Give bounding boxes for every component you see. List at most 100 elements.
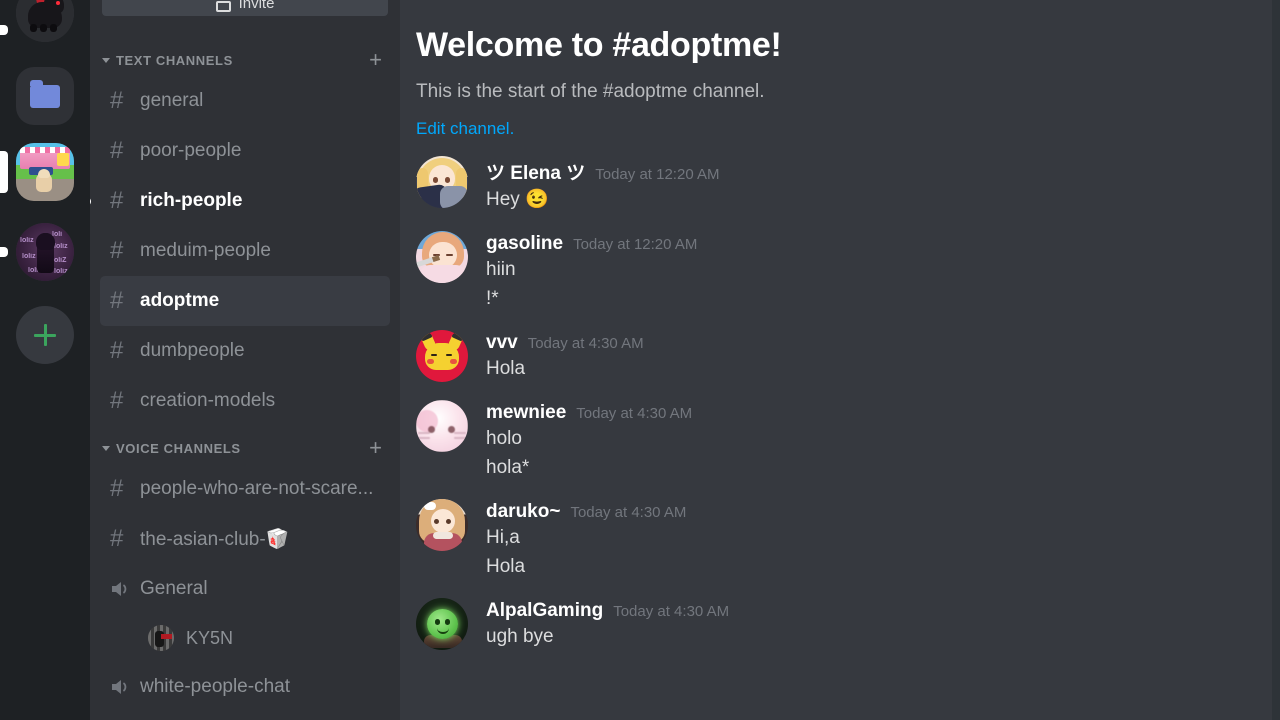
hash-icon: # <box>110 475 124 502</box>
sidebar-item-adoptme[interactable]: # adoptme <box>100 276 390 326</box>
sidebar-item-meduim-people[interactable]: # meduim-people <box>100 226 390 276</box>
unread-pill <box>0 25 8 35</box>
message-author[interactable]: gasoline <box>486 233 563 255</box>
unread-pill <box>0 247 8 257</box>
channel-label: creation-models <box>140 390 276 411</box>
plus-icon <box>16 306 74 364</box>
message-text: hola* <box>486 456 530 478</box>
message-text: ugh bye <box>486 625 554 647</box>
message-text: !* <box>486 287 499 309</box>
channel-welcome-block: Welcome to #adoptme! This is the start o… <box>416 0 1256 139</box>
channel-label: rich-people <box>140 190 243 211</box>
channel-label: the-asian-club-🥡 <box>140 529 290 550</box>
hash-icon: # <box>110 387 124 414</box>
channel-label: poor-people <box>140 140 242 161</box>
message-author[interactable]: vvv <box>486 332 518 354</box>
welcome-subtitle: This is the start of the #adoptme channe… <box>416 81 765 102</box>
add-text-channel-button[interactable]: + <box>369 49 382 71</box>
sidebar-item-general[interactable]: # general <box>100 76 390 126</box>
message-item: vvv Today at 4:30 AM Hola <box>416 313 1256 383</box>
unread-indicator <box>90 197 91 206</box>
server-item-loliz[interactable]: loliz loli loliz loliz loliZ loliz loliz <box>0 212 90 292</box>
hash-icon: # <box>110 87 124 114</box>
chevron-down-icon <box>102 57 110 63</box>
message-author[interactable]: mewniee <box>486 402 566 424</box>
message-author[interactable]: AlpalGaming <box>486 600 603 622</box>
hash-icon: # <box>110 525 124 552</box>
sidebar-item-white-people-chat[interactable]: white-people-chat <box>100 662 390 712</box>
invite-button-label: Invite <box>238 0 275 12</box>
channel-label: people-who-are-not-scare... <box>140 478 374 499</box>
sidebar-item-dumbpeople[interactable]: # dumbpeople <box>100 326 390 376</box>
invite-icon <box>215 1 231 12</box>
channel-label: general <box>140 90 204 111</box>
server-item-roblox-adoptme[interactable] <box>0 132 90 212</box>
message-text: Hey 😉 <box>486 189 549 210</box>
sidebar-item-people-who-are-not-scared[interactable]: # people-who-are-not-scare... <box>100 464 390 514</box>
message-timestamp: Today at 12:20 AM <box>573 235 698 253</box>
avatar[interactable] <box>416 597 468 650</box>
message-text: Hola <box>486 555 526 577</box>
message-text: Hi,a <box>486 526 520 548</box>
category-text-channels[interactable]: TEXT CHANNELS + <box>90 44 400 76</box>
message-area: Welcome to #adoptme! This is the start o… <box>400 0 1280 720</box>
message-timestamp: Today at 4:30 AM <box>576 404 693 422</box>
category-voice-channels[interactable]: VOICE CHANNELS + <box>90 432 400 464</box>
message-text: hiin <box>486 258 516 280</box>
server-rail: loliz loli loliz loliz loliZ loliz loliz <box>0 0 90 720</box>
sidebar-item-creation-models[interactable]: # creation-models <box>100 376 390 426</box>
server-item-horse[interactable] <box>0 0 90 60</box>
avatar[interactable] <box>416 329 468 382</box>
add-server-button[interactable] <box>0 292 90 378</box>
hash-icon: # <box>110 287 124 314</box>
category-label: TEXT CHANNELS <box>116 52 233 68</box>
hash-icon: # <box>110 337 124 364</box>
avatar[interactable] <box>416 399 468 452</box>
server-item-folder[interactable] <box>0 60 90 132</box>
voice-member-label: KY5N <box>186 627 234 648</box>
channel-sidebar: Invite TEXT CHANNELS + # general # poor-… <box>90 0 400 720</box>
message-item: daruko~ Today at 4:30 AM Hi,a Hola <box>416 482 1256 581</box>
add-voice-channel-button[interactable]: + <box>369 437 382 459</box>
message-item: AlpalGaming Today at 4:30 AM ugh bye <box>416 581 1256 651</box>
channel-label: meduim-people <box>140 240 271 261</box>
category-label: VOICE CHANNELS <box>116 440 241 456</box>
folder-icon <box>16 67 74 125</box>
sidebar-item-general-voice[interactable]: General <box>100 564 390 614</box>
hash-icon: # <box>110 237 124 264</box>
horse-icon <box>16 0 74 42</box>
message-author[interactable]: daruko~ <box>486 501 560 523</box>
sidebar-item-rich-people[interactable]: # rich-people <box>90 176 390 226</box>
roblox-screenshot-icon <box>16 143 74 201</box>
message-timestamp: Today at 12:20 AM <box>595 166 720 183</box>
discord-app-window: loliz loli loliz loliz loliZ loliz loliz… <box>0 0 1280 720</box>
sidebar-item-the-asian-club[interactable]: # the-asian-club-🥡 <box>100 514 390 564</box>
edit-channel-link[interactable]: Edit channel. <box>416 119 1256 139</box>
message-scrollbar[interactable] <box>1272 0 1280 720</box>
avatar[interactable] <box>416 156 468 208</box>
voice-member-ky5n[interactable]: KY5N <box>100 614 390 662</box>
channel-label: white-people-chat <box>140 676 290 697</box>
message-timestamp: Today at 4:30 AM <box>527 334 644 352</box>
channel-label: adoptme <box>140 290 220 311</box>
hash-icon: # <box>110 187 124 214</box>
loliz-avatar-icon: loliz loli loliz loliz loliZ loliz loliz <box>16 223 74 281</box>
avatar <box>148 625 174 651</box>
channel-label: General <box>140 578 208 599</box>
active-server-pill <box>0 151 8 193</box>
sidebar-item-poor-people[interactable]: # poor-people <box>100 126 390 176</box>
message-text: holo <box>486 427 522 449</box>
hash-icon: # <box>110 137 124 164</box>
message-author[interactable]: ツ Elena ツ <box>486 158 585 185</box>
avatar[interactable] <box>416 230 468 283</box>
chevron-down-icon <box>102 445 110 451</box>
message-text: Hola <box>486 357 526 379</box>
avatar[interactable] <box>416 498 468 551</box>
invite-button[interactable]: Invite <box>102 0 388 16</box>
channel-label: dumbpeople <box>140 340 245 361</box>
message-timestamp: Today at 4:30 AM <box>570 503 687 521</box>
message-timestamp: Today at 4:30 AM <box>613 602 730 620</box>
message-item: ツ Elena ツ Today at 12:20 AM Hey 😉 <box>416 139 1256 214</box>
speaker-icon <box>110 580 140 598</box>
page-title: Welcome to #adoptme! <box>416 26 782 64</box>
